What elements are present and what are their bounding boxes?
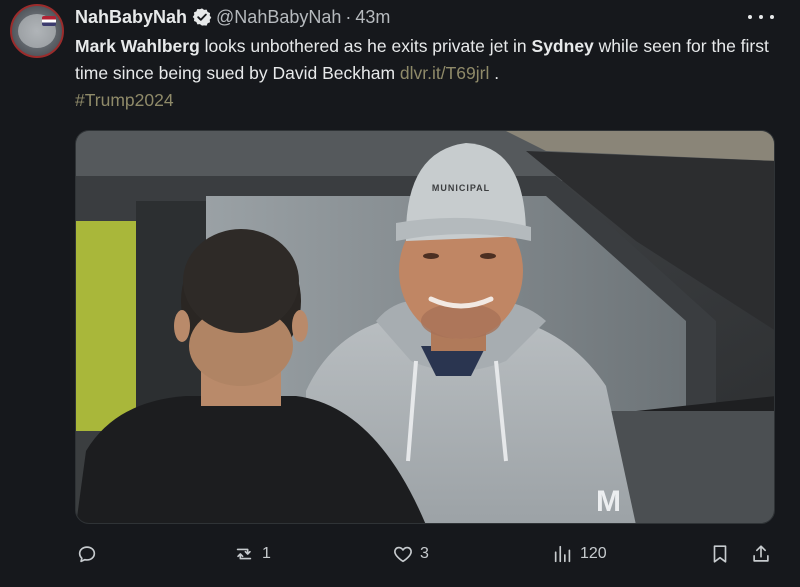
repost-icon <box>236 548 252 560</box>
verified-badge-icon[interactable] <box>192 7 212 27</box>
views-button[interactable]: 120 <box>552 536 607 572</box>
author-avatar[interactable] <box>10 4 64 58</box>
post-actions-bar: 1 3 120 <box>0 536 800 572</box>
bookmark-icon <box>713 545 727 563</box>
post-text: Mark Wahlberg looks unbothered as he exi… <box>75 33 775 114</box>
media-photo: MUNICIPAL M <box>76 131 774 523</box>
share-button[interactable] <box>750 536 772 572</box>
like-count: 3 <box>420 545 429 562</box>
author-handle[interactable]: @NahBabyNah <box>216 7 341 28</box>
reply-button[interactable] <box>76 536 104 572</box>
cap-logo-text: MUNICIPAL <box>432 183 490 193</box>
post-media-image[interactable]: MUNICIPAL M <box>75 130 775 524</box>
repost-button[interactable]: 1 <box>232 536 271 572</box>
text-part-3: . <box>489 63 500 83</box>
post-card[interactable]: NahBabyNah @NahBabyNah · 43m Mark Wahlbe… <box>0 0 800 587</box>
author-display-name[interactable]: NahBabyNah <box>75 7 187 28</box>
reply-icon <box>78 546 96 563</box>
post-timestamp[interactable]: 43m <box>355 7 390 28</box>
views-icon <box>554 545 571 563</box>
hashtag-link[interactable]: #Trump2024 <box>75 87 775 114</box>
hoodie-logo-text: M <box>596 485 621 518</box>
like-button[interactable]: 3 <box>392 536 429 572</box>
text-bold-name: Mark Wahlberg <box>75 36 200 56</box>
views-count: 120 <box>580 545 607 562</box>
post-header: NahBabyNah @NahBabyNah · 43m <box>75 6 390 28</box>
share-icon <box>753 545 769 562</box>
text-part-1: looks unbothered as he exits private jet… <box>199 36 532 56</box>
header-separator: · <box>345 6 352 27</box>
more-options-icon[interactable] <box>748 8 774 26</box>
flag-icon <box>42 16 56 26</box>
heart-icon <box>394 546 412 563</box>
bookmark-button[interactable] <box>709 536 731 572</box>
text-bold-place: Sydney <box>531 36 594 56</box>
repost-count: 1 <box>262 545 271 562</box>
post-link[interactable]: dlvr.it/T69jrl <box>400 63 489 83</box>
